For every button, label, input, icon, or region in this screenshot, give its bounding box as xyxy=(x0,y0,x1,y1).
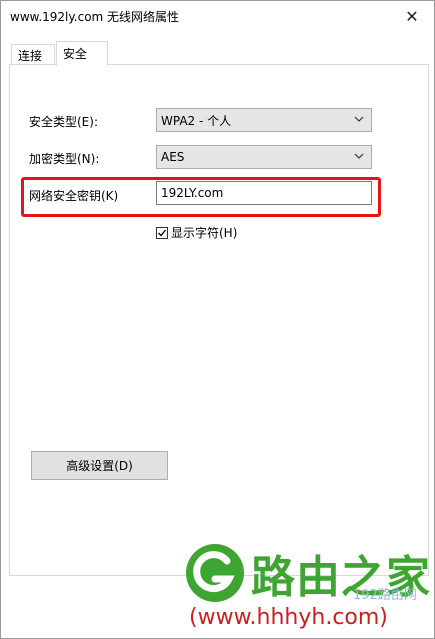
close-button[interactable]: ✕ xyxy=(390,1,434,31)
encryption-type-dropdown[interactable]: AES xyxy=(156,145,372,169)
network-key-input[interactable]: 192LY.com xyxy=(156,181,372,205)
window-title: www.192ly.com 无线网络属性 xyxy=(10,10,180,24)
tab-connection-label: 连接 xyxy=(18,48,43,63)
security-panel: 安全类型(E): WPA2 - 个人 加密类型(N): AES 网络安全密钥(K… xyxy=(9,64,429,576)
tab-security-label: 安全 xyxy=(63,47,88,61)
chevron-down-icon xyxy=(354,116,364,122)
checkbox-box[interactable] xyxy=(156,226,168,239)
watermark-url: (www.hhhyh.com) xyxy=(189,605,388,630)
tab-strip: 连接 安全 xyxy=(9,41,429,66)
router-logo-icon xyxy=(186,544,244,602)
encryption-type-label: 加密类型(N): xyxy=(29,152,100,166)
close-icon: ✕ xyxy=(405,6,419,26)
title-bar: www.192ly.com 无线网络属性 ✕ xyxy=(1,1,434,31)
security-type-dropdown[interactable]: WPA2 - 个人 xyxy=(156,108,372,132)
advanced-settings-label: 高级设置(D) xyxy=(66,459,133,473)
watermark: 路由之家 192路由网 (www.hhhyh.com) xyxy=(183,537,435,639)
checkmark-icon xyxy=(158,229,167,236)
tab-security[interactable]: 安全 xyxy=(56,41,108,66)
watermark-small: 192路由网 xyxy=(353,588,417,603)
network-key-value: 192LY.com xyxy=(161,186,224,200)
show-chars-label: 显示字符(H) xyxy=(171,226,238,240)
properties-window: www.192ly.com 无线网络属性 ✕ 连接 安全 安全类型(E): WP… xyxy=(0,0,435,639)
encryption-type-value: AES xyxy=(161,150,185,164)
show-chars-checkbox[interactable]: 显示字符(H) xyxy=(156,224,237,241)
security-type-value: WPA2 - 个人 xyxy=(161,113,232,128)
tab-connection[interactable]: 连接 xyxy=(11,44,55,65)
network-key-label: 网络安全密钥(K) xyxy=(29,189,119,203)
security-type-label: 安全类型(E): xyxy=(29,115,98,129)
advanced-settings-button[interactable]: 高级设置(D) xyxy=(31,451,168,480)
chevron-down-icon xyxy=(354,153,364,159)
